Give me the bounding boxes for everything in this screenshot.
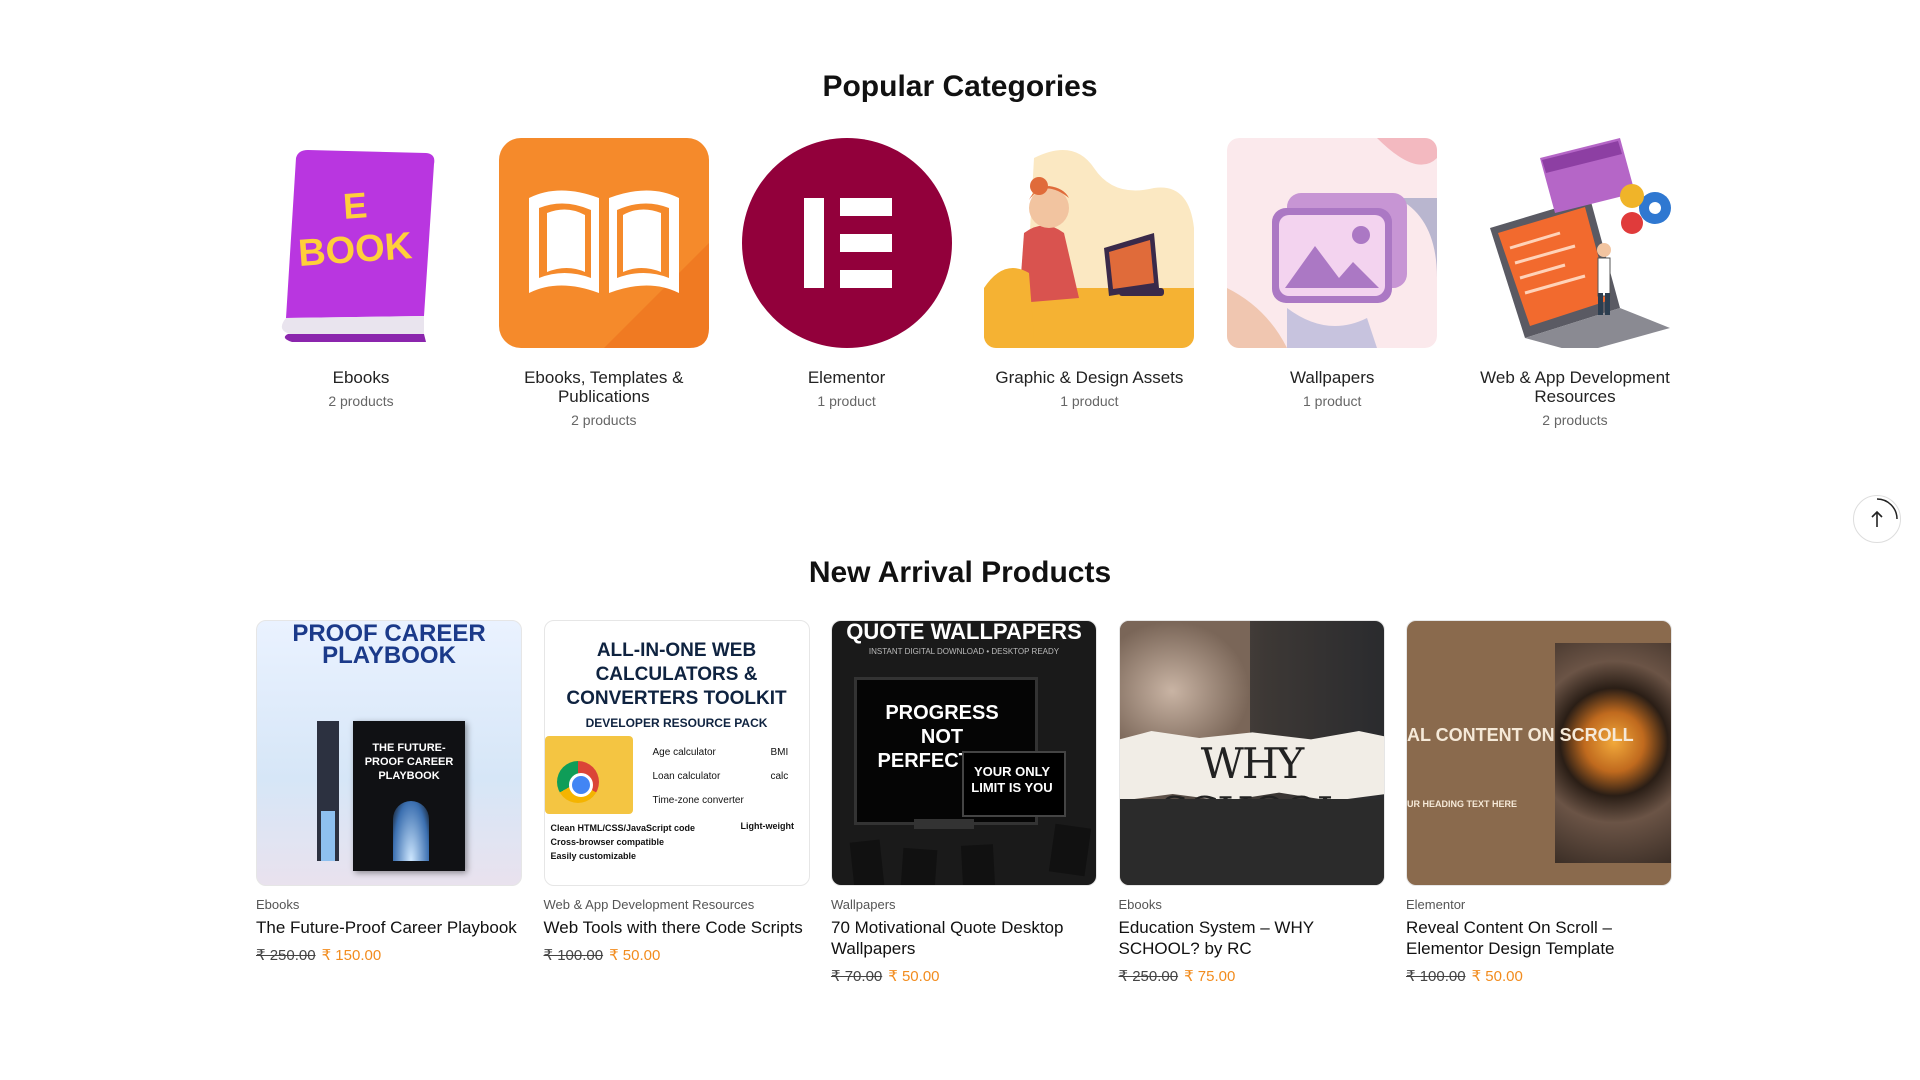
- product-image[interactable]: ALL-IN-ONE WEB CALCULATORS & CONVERTERS …: [543, 620, 810, 886]
- product-image[interactable]: QUOTE WALLPAPERS INSTANT DIGITAL DOWNLOA…: [831, 620, 1097, 886]
- category-count: 1 product: [1060, 393, 1119, 409]
- old-price: ₹ 250.00: [256, 947, 316, 964]
- category-count: 1 product: [817, 393, 876, 409]
- category-web-app-dev[interactable]: Web & App Development Resources 2 produc…: [1469, 138, 1680, 428]
- scroll-to-top-button[interactable]: [1853, 495, 1901, 543]
- designer-illustration-icon: [984, 138, 1195, 348]
- popular-categories-title: Popular Categories: [822, 70, 1098, 103]
- category-name[interactable]: Ebooks: [256, 368, 466, 387]
- products-row: PROOF CAREER PLAYBOOK THE FUTURE-PROOF C…: [256, 620, 1672, 985]
- category-count: 2 products: [1542, 412, 1608, 428]
- product-price: ₹ 100.00 ₹ 50.00: [544, 946, 810, 964]
- category-name[interactable]: Graphic & Design Assets: [984, 368, 1194, 387]
- sale-price: ₹ 50.00: [609, 947, 661, 964]
- laptop-code-icon: [1469, 138, 1680, 348]
- sale-price: ₹ 150.00: [321, 947, 382, 964]
- product-art-second: YOUR ONLY LIMIT IS YOU: [971, 764, 1053, 795]
- product-title[interactable]: 70 Motivational Quote Desktop Wallpapers: [831, 917, 1097, 959]
- svg-text:E: E: [342, 184, 369, 227]
- product-title[interactable]: Education System – WHY SCHOOL? by RC: [1119, 917, 1385, 959]
- product-art-sub: UR HEADING TEXT HERE: [1407, 799, 1518, 809]
- product-card[interactable]: QUOTE WALLPAPERS INSTANT DIGITAL DOWNLOA…: [831, 620, 1097, 985]
- list-item: Age calculator: [652, 747, 716, 758]
- old-price: ₹ 70.00: [831, 968, 883, 985]
- image-placeholder-icon: [1227, 138, 1438, 348]
- product-image[interactable]: WHY SCHOOL: [1118, 620, 1385, 886]
- product-category[interactable]: Wallpapers: [831, 897, 1097, 912]
- product-title[interactable]: The Future-Proof Career Playbook: [256, 917, 522, 938]
- category-elementor[interactable]: Elementor 1 product: [741, 138, 952, 428]
- product-category[interactable]: Elementor: [1406, 897, 1672, 912]
- ebook-icon: E BOOK: [256, 138, 466, 348]
- old-price: ₹ 250.00: [1118, 968, 1179, 985]
- product-image[interactable]: PROOF CAREER PLAYBOOK THE FUTURE-PROOF C…: [256, 620, 522, 886]
- categories-row: E BOOK Ebooks 2 products Ebooks, Templat…: [256, 138, 1680, 428]
- sale-price: ₹ 75.00: [1184, 968, 1236, 985]
- category-name[interactable]: Web & App Development Resources: [1470, 368, 1680, 406]
- list-item: Clean HTML/CSS/JavaScript code: [550, 823, 696, 833]
- product-price: ₹ 250.00 ₹ 150.00: [256, 946, 522, 964]
- category-count: 2 products: [328, 393, 394, 409]
- elementor-logo-icon: [741, 138, 952, 348]
- category-ebooks-templates[interactable]: Ebooks, Templates & Publications 2 produ…: [498, 138, 709, 428]
- sale-price: ₹ 50.00: [1471, 968, 1523, 985]
- product-art-heading: QUOTE WALLPAPERS: [846, 620, 1082, 644]
- product-category[interactable]: Ebooks: [256, 897, 522, 912]
- sale-price: ₹ 50.00: [888, 968, 940, 985]
- product-art-book: THE FUTURE-PROOF CAREER PLAYBOOK: [364, 742, 454, 782]
- category-count: 2 products: [571, 412, 637, 428]
- list-item: Time-zone converter: [652, 795, 744, 806]
- svg-text:BOOK: BOOK: [297, 225, 414, 275]
- category-name[interactable]: Ebooks, Templates & Publications: [499, 368, 709, 406]
- old-price: ₹ 100.00: [1406, 968, 1466, 985]
- product-card[interactable]: AL CONTENT ON SCROLL UR HEADING TEXT HER…: [1406, 620, 1672, 985]
- new-arrivals-title: New Arrival Products: [808, 556, 1112, 589]
- product-card[interactable]: ALL-IN-ONE WEB CALCULATORS & CONVERTERS …: [543, 620, 810, 985]
- category-name[interactable]: Wallpapers: [1227, 368, 1437, 387]
- product-price: ₹ 70.00 ₹ 50.00: [831, 967, 1097, 985]
- open-book-icon: [498, 138, 709, 348]
- product-price: ₹ 250.00 ₹ 75.00: [1119, 967, 1385, 985]
- list-item: Cross-browser compatible: [550, 837, 665, 847]
- category-graphic-design[interactable]: Graphic & Design Assets 1 product: [984, 138, 1195, 428]
- product-art-sub: DEVELOPER RESOURCE PACK: [585, 716, 768, 730]
- product-art-heading: AL CONTENT ON SCROLL: [1407, 725, 1634, 745]
- product-category[interactable]: Ebooks: [1119, 897, 1385, 912]
- product-art-heading: PROOF CAREER PLAYBOOK: [292, 620, 486, 669]
- product-image[interactable]: AL CONTENT ON SCROLL UR HEADING TEXT HER…: [1406, 620, 1672, 886]
- product-card[interactable]: WHY SCHOOL Ebooks Education System – WHY…: [1118, 620, 1385, 985]
- arrow-up-icon: [1871, 498, 1898, 527]
- product-art-sub: INSTANT DIGITAL DOWNLOAD • DESKTOP READY: [868, 647, 1060, 656]
- product-title[interactable]: Reveal Content On Scroll – Elementor Des…: [1406, 917, 1672, 959]
- category-wallpapers[interactable]: Wallpapers 1 product: [1227, 138, 1438, 428]
- old-price: ₹ 100.00: [543, 947, 604, 964]
- category-count: 1 product: [1303, 393, 1362, 409]
- product-title[interactable]: Web Tools with there Code Scripts: [544, 917, 810, 938]
- product-price: ₹ 100.00 ₹ 50.00: [1406, 967, 1672, 985]
- category-name[interactable]: Elementor: [742, 368, 952, 387]
- list-item: Loan calculator: [652, 771, 721, 782]
- list-item: Light-weight: [740, 821, 795, 831]
- list-item: Easily customizable: [550, 851, 637, 861]
- product-category[interactable]: Web & App Development Resources: [544, 897, 810, 912]
- product-art-heading: ALL-IN-ONE WEB CALCULATORS & CONVERTERS …: [566, 640, 787, 709]
- product-card[interactable]: PROOF CAREER PLAYBOOK THE FUTURE-PROOF C…: [256, 620, 522, 985]
- list-item: BMI calc: [770, 747, 789, 782]
- category-ebooks[interactable]: E BOOK Ebooks 2 products: [256, 138, 466, 428]
